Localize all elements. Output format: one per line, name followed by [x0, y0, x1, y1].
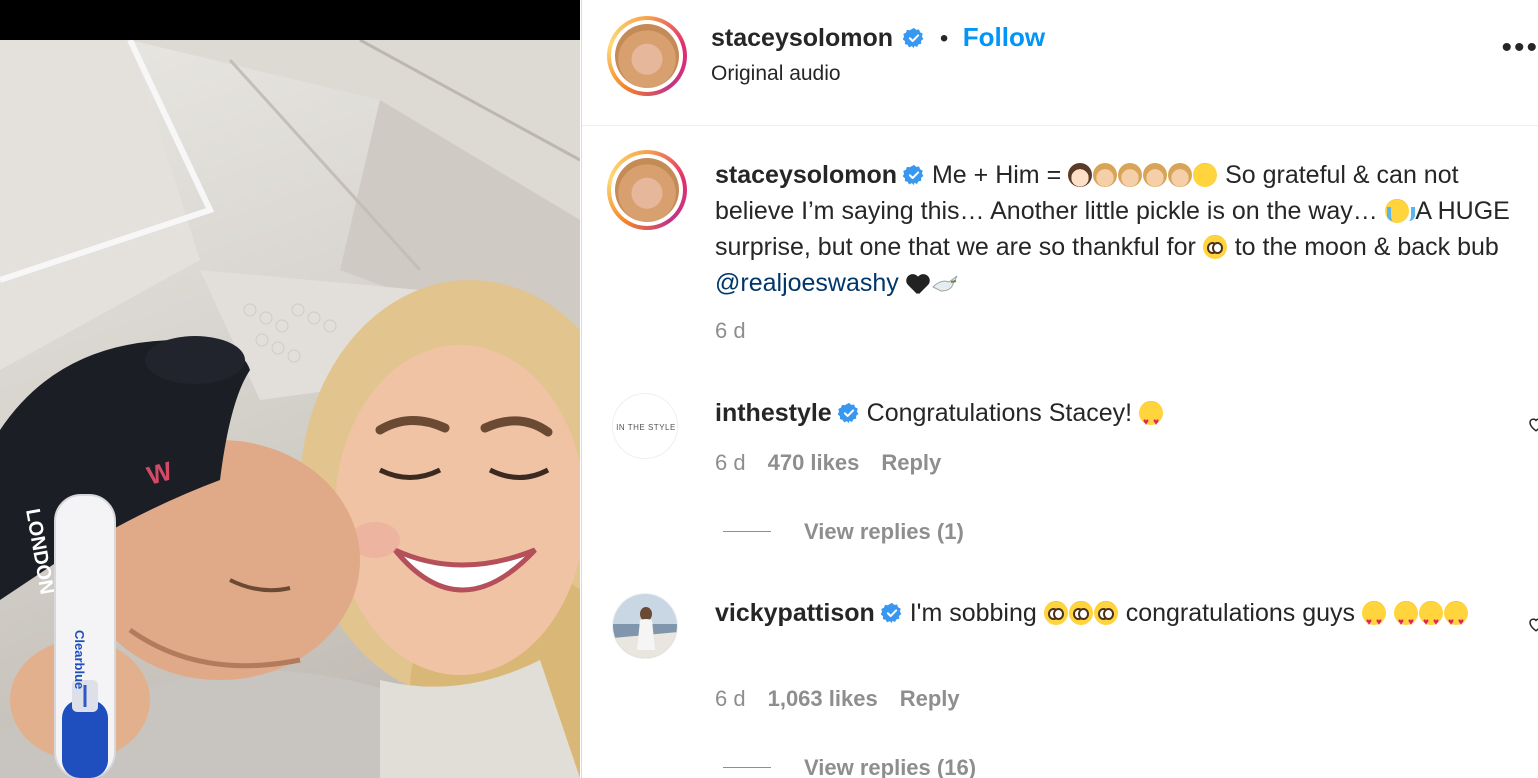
- post-sidebar: staceysolomon • Follow Original audio ••…: [581, 0, 1538, 778]
- commenter-avatar[interactable]: IN THE STYLE: [612, 393, 678, 459]
- boy-emoji-icon: [1118, 163, 1143, 187]
- verified-badge-icon: [903, 164, 924, 186]
- like-heart-icon[interactable]: [1527, 415, 1538, 433]
- comment-likes[interactable]: 1,063 likes: [768, 686, 878, 711]
- post-photo: W LONDON Clearblue: [0, 40, 580, 778]
- comment-text-1: I'm sobbing: [909, 599, 1037, 627]
- reply-button[interactable]: Reply: [900, 686, 960, 711]
- more-horizontal-icon[interactable]: •••: [1501, 33, 1538, 63]
- post-header: staceysolomon • Follow Original audio ••…: [582, 0, 1538, 126]
- comment-text-2: congratulations guys: [1125, 599, 1356, 627]
- crying-face-icon: [1384, 199, 1415, 223]
- caption-username[interactable]: staceysolomon: [715, 161, 897, 189]
- caption-mention-link[interactable]: @realjoeswashy: [715, 269, 899, 297]
- like-heart-icon[interactable]: [1527, 615, 1538, 633]
- view-replies-button[interactable]: View replies (16): [723, 755, 976, 778]
- dove-icon: [931, 275, 958, 292]
- caption-author-avatar[interactable]: [607, 150, 687, 230]
- boy-emoji-icon: [1143, 163, 1168, 187]
- comment-body: inthestyle Congratulations Stacey!: [715, 395, 1505, 441]
- reply-button[interactable]: Reply: [881, 450, 941, 475]
- comment-likes[interactable]: 470 likes: [768, 450, 860, 475]
- commenter-avatar-text: IN THE STYLE: [613, 394, 677, 458]
- photo-illustration: W LONDON Clearblue: [0, 40, 580, 778]
- test-brand: Clearblue: [72, 630, 87, 689]
- comment-text: Congratulations Stacey!: [866, 399, 1133, 427]
- commenter-photo: [613, 594, 677, 658]
- comment-timestamp[interactable]: 6 d: [715, 450, 746, 475]
- follow-button[interactable]: Follow: [963, 22, 1045, 52]
- view-replies-label: View replies (1): [804, 519, 964, 544]
- baby-emoji-icon: [1193, 163, 1218, 187]
- pleading-face-icon: [1202, 235, 1227, 259]
- comment-timestamp[interactable]: 6 d: [715, 686, 746, 711]
- pleading-face-icon: [1043, 601, 1068, 625]
- author-username[interactable]: staceysolomon: [711, 24, 893, 52]
- post-caption: staceysolomon Me + Him = So grateful & c…: [715, 157, 1525, 301]
- replies-divider: [723, 531, 771, 532]
- boy-emoji-icon: [1093, 163, 1118, 187]
- verified-badge-icon: [903, 27, 924, 49]
- replies-divider: [723, 767, 771, 768]
- pleading-face-icon: [1093, 601, 1118, 625]
- commenter-avatar[interactable]: [612, 593, 678, 659]
- view-replies-button[interactable]: View replies (1): [723, 519, 964, 545]
- header-separator: •: [939, 25, 949, 52]
- verified-badge-icon: [837, 402, 859, 424]
- caption-timestamp[interactable]: 6 d: [715, 318, 746, 344]
- heart-eyes-icon: [1393, 601, 1418, 641]
- view-replies-label: View replies (16): [804, 755, 977, 778]
- heart-eyes-icon: [1361, 601, 1386, 641]
- heart-eyes-icon: [1443, 601, 1468, 641]
- caption-text-1: Me + Him =: [931, 161, 1062, 189]
- audio-label[interactable]: Original audio: [711, 62, 841, 86]
- black-heart-icon: [906, 273, 930, 295]
- heart-eyes-icon: [1418, 601, 1443, 641]
- heart-eyes-icon: [1139, 401, 1164, 441]
- commenter-username[interactable]: inthestyle: [715, 399, 832, 427]
- caption-text-4: to the moon & back bub: [1234, 233, 1499, 261]
- verified-badge-icon: [880, 602, 902, 624]
- comment-meta: 6 d 470 likes Reply: [715, 450, 941, 476]
- pleading-face-icon: [1068, 601, 1093, 625]
- commenter-username[interactable]: vickypattison: [715, 599, 875, 627]
- boy-emoji-icon: [1068, 163, 1093, 187]
- post-media[interactable]: W LONDON Clearblue: [0, 0, 580, 778]
- girl-emoji-icon: [1168, 163, 1193, 187]
- comment-body: vickypattison I'm sobbing congratulation…: [715, 595, 1505, 641]
- author-avatar[interactable]: [607, 16, 687, 96]
- comment-meta: 6 d 1,063 likes Reply: [715, 686, 960, 712]
